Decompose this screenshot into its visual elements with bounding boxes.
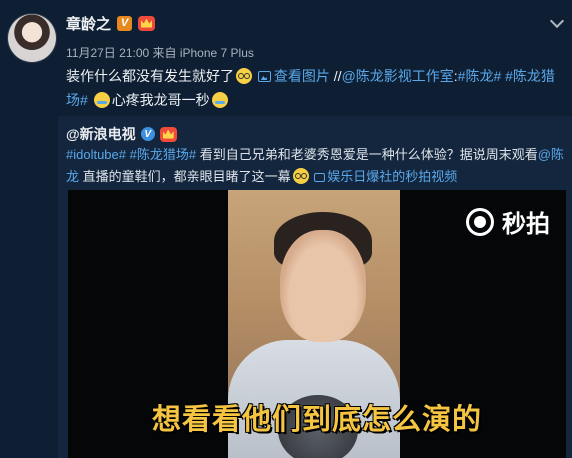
verified-blue-v-icon: V	[140, 127, 155, 141]
post-meta: 11月27日 21:00 来自 iPhone 7 Plus	[66, 46, 254, 60]
video-icon	[314, 173, 326, 182]
video-link[interactable]: 娱乐日爆社的秒拍视频	[314, 169, 457, 184]
vip-crown-icon-2	[159, 126, 177, 142]
repost-author-name[interactable]: @新浪电视	[66, 124, 136, 144]
post-author: 章龄之 V	[66, 12, 156, 34]
mention-link[interactable]: @陈龙影视工作室	[342, 68, 454, 84]
author-avatar[interactable]	[8, 14, 56, 62]
repost-text: #idoltube# #陈龙猎场# 看到自己兄弟和老婆秀恩爱是一种什么体验？据说…	[66, 144, 566, 188]
hashtag-chenlong[interactable]: #陈龙#	[458, 68, 502, 84]
chevron-down-icon[interactable]	[549, 13, 565, 29]
repost-author: @新浪电视 V	[66, 124, 177, 144]
person-head	[280, 230, 366, 342]
video-watermark: 秒拍	[466, 204, 550, 239]
hashtag-idoltube[interactable]: #idoltube#	[66, 147, 126, 162]
picture-icon	[257, 71, 271, 82]
view-picture-label: 查看图片	[273, 68, 330, 84]
author-name[interactable]: 章龄之	[66, 13, 111, 34]
emoji-smile-icon	[292, 168, 309, 184]
repost-separator: //	[333, 68, 342, 84]
repost-text-2: 直播的童鞋们，都亲眼目睹了这一幕	[82, 169, 291, 184]
hashtag-chenlong-liechang-2[interactable]: #陈龙猎场#	[130, 147, 196, 162]
video-subtitle: 想看看他们到底怎么演的	[151, 404, 482, 436]
miaopai-logo-icon	[466, 207, 494, 236]
vip-crown-icon	[138, 15, 156, 31]
video-link-label: 娱乐日爆社的秒拍视频	[327, 169, 458, 184]
emoji-glasses-icon	[236, 68, 252, 84]
post-text-end: 心疼我龙哥一秒	[111, 92, 210, 108]
view-picture-link[interactable]: 查看图片	[257, 68, 330, 84]
repost-text-1: 看到自己兄弟和老婆秀恩爱是一种什么体验？据说周末观看	[199, 147, 538, 162]
verified-v-icon: V	[117, 15, 133, 31]
post-text: 装作什么都没有发生就好了 查看图片 //@陈龙影视工作室:#陈龙# #陈龙猎场#…	[66, 64, 566, 112]
video-player[interactable]: 秒拍 想看看他们到底怎么演的	[68, 190, 566, 458]
post-text-start: 装作什么都没有发生就好了	[66, 68, 234, 84]
emoji-cry-icon	[93, 92, 110, 108]
watermark-text: 秒拍	[502, 211, 550, 238]
emoji-cry-icon-2	[211, 92, 228, 108]
